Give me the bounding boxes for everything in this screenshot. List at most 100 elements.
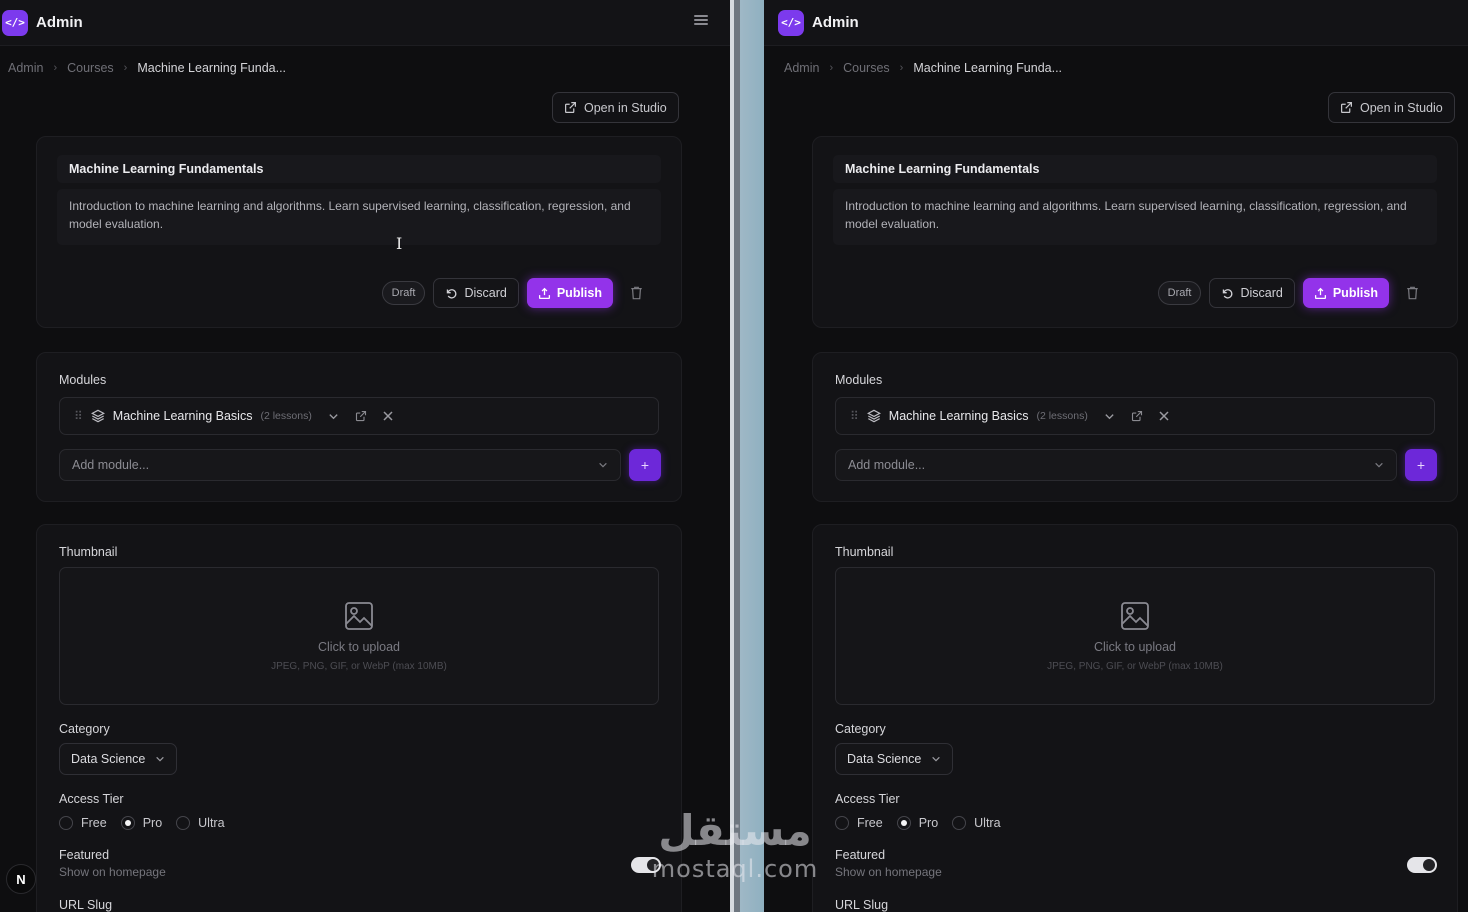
add-module-button[interactable]: + — [629, 449, 661, 481]
publish-button[interactable]: Publish — [1302, 278, 1389, 308]
code-logo-icon[interactable]: </> — [778, 9, 804, 36]
publish-label: Publish — [556, 286, 602, 300]
top-bar: </> Admin — [764, 0, 1468, 46]
chevron-down-icon[interactable] — [328, 411, 339, 422]
module-item[interactable]: ⠿ Machine Learning Basics (2 lessons) — [835, 397, 1435, 435]
module-item[interactable]: ⠿ Machine Learning Basics (2 lessons) — [59, 397, 659, 435]
radio-circle[interactable] — [835, 816, 849, 830]
chevron-right-icon: › — [123, 62, 128, 74]
undo-icon — [1223, 288, 1233, 299]
chevron-down-icon[interactable] — [1104, 411, 1115, 422]
radio-circle[interactable] — [59, 816, 73, 830]
details-card: Thumbnail Click to upload JPEG, PNG, GIF… — [812, 524, 1458, 912]
text-cursor-icon: I — [396, 234, 403, 253]
url-slug-label: URL Slug — [835, 898, 889, 912]
modules-card: Modules ⠿ Machine Learning Basics (2 les… — [36, 352, 682, 502]
open-in-studio-button[interactable]: Open in Studio — [1328, 92, 1455, 123]
module-lesson-count: (2 lessons) — [1036, 410, 1088, 422]
chevron-right-icon: › — [899, 62, 904, 74]
add-module-button[interactable]: + — [1405, 449, 1437, 481]
external-link-icon[interactable] — [355, 410, 367, 422]
code-logo-icon[interactable]: </> — [2, 9, 28, 36]
image-icon — [1121, 602, 1149, 630]
open-in-studio-label: Open in Studio — [1360, 100, 1443, 115]
radio-free[interactable]: Free — [59, 816, 107, 830]
radio-label: Pro — [918, 816, 939, 830]
watermark-latin: mostaql.com — [651, 855, 819, 883]
course-info-card: Machine Learning Fundamentals Introducti… — [36, 136, 682, 328]
category-select[interactable]: Data Science — [835, 743, 954, 775]
featured-toggle[interactable] — [1407, 857, 1437, 873]
breadcrumb-admin[interactable]: Admin — [784, 61, 819, 75]
radio-circle[interactable] — [952, 816, 967, 830]
category-label: Category — [59, 722, 110, 736]
access-tier-radio-group: Free Pro Ultra — [835, 816, 1015, 830]
chevron-down-icon — [1375, 462, 1383, 468]
external-link-icon — [565, 102, 576, 113]
radio-pro[interactable]: Pro — [120, 816, 162, 830]
draft-status-badge: Draft — [1157, 281, 1202, 305]
upload-hint: JPEG, PNG, GIF, or WebP (max 10MB) — [271, 661, 447, 672]
course-title-input[interactable]: Machine Learning Fundamentals — [57, 155, 661, 183]
modules-card: Modules ⠿ Machine Learning Basics (2 les… — [812, 352, 1458, 502]
breadcrumb-admin[interactable]: Admin — [8, 61, 43, 75]
draft-status-badge: Draft — [381, 281, 426, 305]
category-label: Category — [835, 722, 886, 736]
modules-label: Modules — [59, 373, 107, 387]
thumbnail-upload-dropzone[interactable]: Click to upload JPEG, PNG, GIF, or WebP … — [835, 567, 1435, 705]
external-link-icon[interactable] — [1131, 410, 1143, 422]
radio-free[interactable]: Free — [835, 816, 883, 830]
course-description-input[interactable]: Introduction to machine learning and alg… — [57, 189, 661, 245]
close-icon[interactable] — [1159, 411, 1169, 421]
featured-label: Featured — [59, 848, 110, 862]
radio-label: Ultra — [198, 816, 225, 830]
trash-icon[interactable] — [1403, 284, 1421, 302]
breadcrumb-current: Machine Learning Funda... — [137, 61, 287, 75]
category-select[interactable]: Data Science — [59, 743, 178, 775]
radio-ultra[interactable]: Ultra — [176, 816, 225, 830]
upload-text: Click to upload — [318, 640, 400, 654]
radio-circle-selected[interactable] — [896, 816, 911, 830]
external-link-icon — [1341, 102, 1352, 113]
add-module-select[interactable]: Add module... — [835, 449, 1397, 481]
n-badge-icon[interactable]: N — [6, 864, 36, 894]
breadcrumb-courses[interactable]: Courses — [843, 61, 890, 75]
category-value: Data Science — [71, 752, 146, 766]
chevron-right-icon: › — [53, 62, 58, 74]
drag-handle-icon[interactable]: ⠿ — [850, 409, 859, 423]
radio-label: Free — [81, 816, 107, 830]
discard-button[interactable]: Discard — [1209, 278, 1295, 308]
upload-text: Click to upload — [1094, 640, 1176, 654]
access-tier-label: Access Tier — [835, 792, 900, 806]
discard-button[interactable]: Discard — [433, 278, 519, 308]
top-bar: </> Admin — [0, 0, 730, 46]
hamburger-menu-icon[interactable] — [694, 13, 708, 27]
featured-subtitle: Show on homepage — [59, 865, 166, 879]
app-title: Admin — [36, 14, 83, 31]
radio-ultra[interactable]: Ultra — [952, 816, 1001, 830]
action-bar: Draft Discard Publish — [381, 278, 645, 308]
publish-button[interactable]: Publish — [526, 278, 613, 308]
app-title: Admin — [812, 14, 859, 31]
open-in-studio-button[interactable]: Open in Studio — [552, 92, 679, 123]
chevron-right-icon: › — [829, 62, 834, 74]
course-title-input[interactable]: Machine Learning Fundamentals — [833, 155, 1437, 183]
access-tier-radio-group: Free Pro Ultra — [59, 816, 239, 830]
close-icon[interactable] — [383, 411, 393, 421]
featured-subtitle: Show on homepage — [835, 865, 942, 879]
trash-icon[interactable] — [627, 284, 645, 302]
image-icon — [345, 602, 373, 630]
url-slug-label: URL Slug — [59, 898, 113, 912]
radio-pro[interactable]: Pro — [896, 816, 939, 830]
radio-circle[interactable] — [176, 816, 191, 830]
radio-circle-selected[interactable] — [120, 816, 135, 830]
course-description-input[interactable]: Introduction to machine learning and alg… — [833, 189, 1437, 245]
add-module-select[interactable]: Add module... — [59, 449, 621, 481]
featured-label: Featured — [835, 848, 886, 862]
breadcrumb-current: Machine Learning Funda... — [913, 61, 1063, 75]
drag-handle-icon[interactable]: ⠿ — [74, 409, 83, 423]
breadcrumb-courses[interactable]: Courses — [67, 61, 114, 75]
open-in-studio-label: Open in Studio — [584, 100, 667, 115]
thumbnail-upload-dropzone[interactable]: Click to upload JPEG, PNG, GIF, or WebP … — [59, 567, 659, 705]
action-bar: Draft Discard Publish — [1157, 278, 1421, 308]
